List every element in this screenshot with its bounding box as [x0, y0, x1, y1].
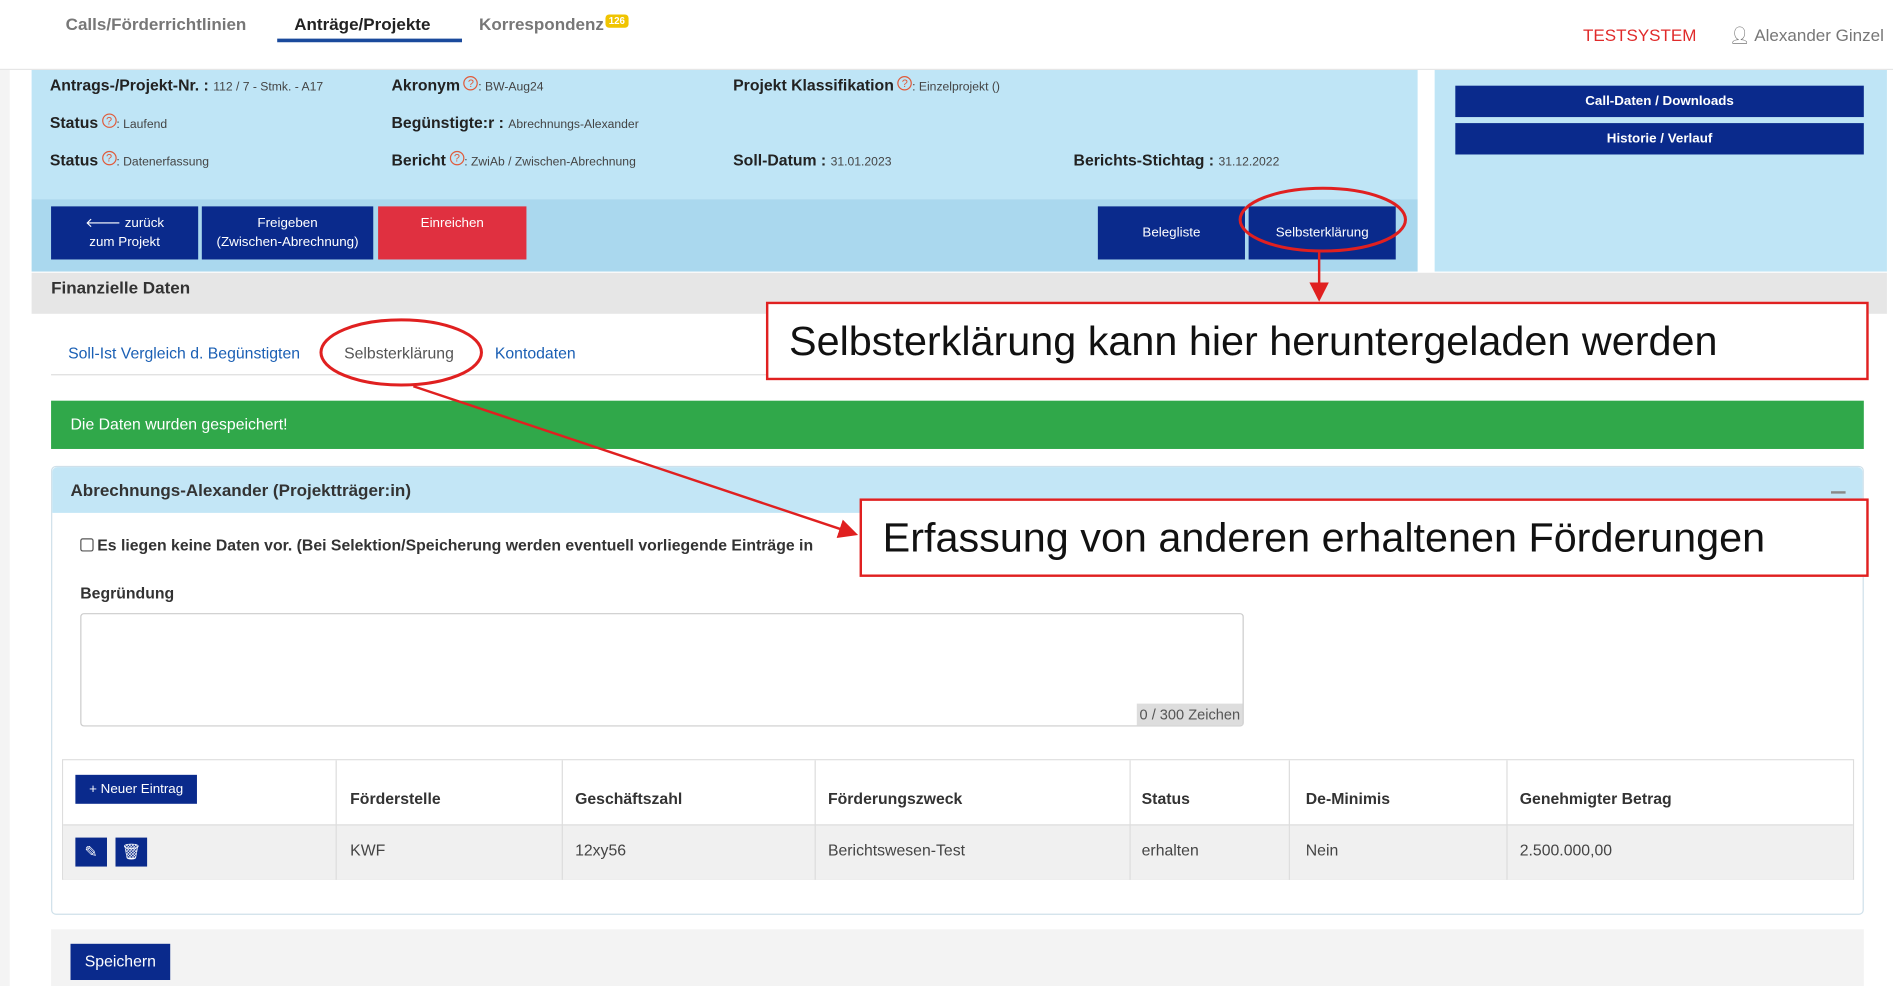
highlight-ellipse-tab	[319, 318, 483, 387]
highlight-ellipse-download	[1238, 186, 1407, 253]
annotation-overlay	[319, 186, 1407, 538]
arrow-tab	[412, 385, 859, 538]
annotation-callout-download: Selbsterklärung kann hier heruntergelade…	[765, 301, 1869, 381]
screenshot-stage: Calls/Förderrichtlinien Anträge/Projekte…	[0, 0, 1893, 986]
annotation-callout-foerderungen: Erfassung von anderen erhaltenen Förderu…	[859, 498, 1869, 577]
